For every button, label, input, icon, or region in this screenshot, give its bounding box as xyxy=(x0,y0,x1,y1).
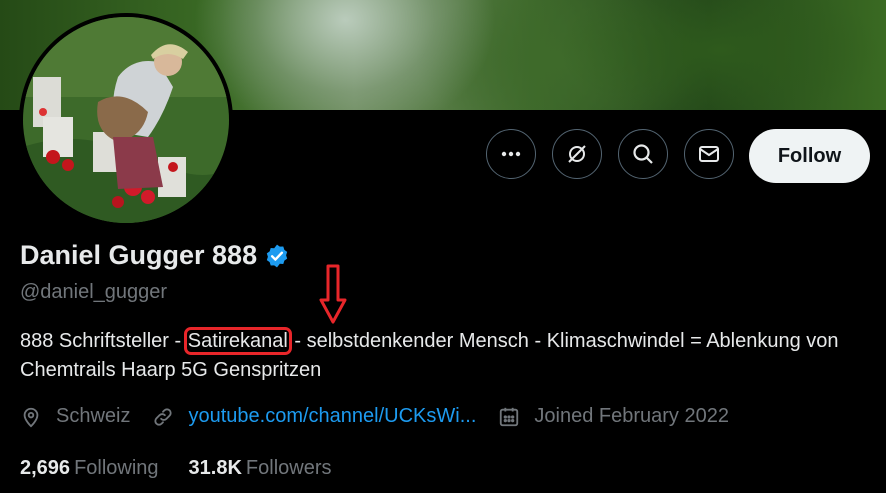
profile-bio: 888 Schriftsteller - Satirekanal - selbs… xyxy=(20,327,880,385)
profile-name: Daniel Gugger 888 xyxy=(20,240,258,270)
annotation-arrow-icon xyxy=(319,264,347,324)
more-icon xyxy=(501,151,521,157)
more-button[interactable] xyxy=(486,129,536,179)
joined-text: Joined February 2022 xyxy=(534,405,729,427)
profile-meta: Schweiz youtube.com/channel/UCKsWi... Jo… xyxy=(20,405,751,428)
follow-button[interactable]: Follow xyxy=(749,129,870,183)
profile-stats: 2,696 Following 31.8K Followers xyxy=(20,457,362,480)
search-button[interactable] xyxy=(618,129,668,179)
avatar[interactable] xyxy=(23,17,229,223)
verified-badge-icon[interactable] xyxy=(264,243,290,269)
profile-name-row: Daniel Gugger 888 xyxy=(20,240,290,271)
grok-button[interactable] xyxy=(552,129,602,179)
calendar-icon xyxy=(500,407,519,426)
following-count: 2,696 xyxy=(20,457,71,479)
website-link[interactable]: youtube.com/channel/UCKsWi... xyxy=(188,405,476,428)
joined-item: Joined February 2022 xyxy=(498,405,729,428)
website-item: youtube.com/channel/UCKsWi... xyxy=(152,405,476,428)
grok-icon xyxy=(568,145,586,163)
following-label: Following xyxy=(74,457,159,479)
message-icon xyxy=(699,146,719,162)
location-item: Schweiz xyxy=(20,405,130,428)
followers-count: 31.8K xyxy=(188,457,242,479)
avatar-container xyxy=(19,13,233,227)
bio-highlighted-word: Satirekanal xyxy=(183,327,292,355)
location-text: Schweiz xyxy=(56,405,131,427)
message-button[interactable] xyxy=(684,129,734,179)
link-icon xyxy=(154,407,173,426)
followers-stat[interactable]: 31.8K Followers xyxy=(189,457,332,480)
following-stat[interactable]: 2,696 Following xyxy=(20,457,159,480)
followers-label: Followers xyxy=(245,457,332,479)
search-icon xyxy=(633,144,653,164)
bio-text-start: 888 Schriftsteller - xyxy=(20,330,187,352)
location-pin-icon xyxy=(23,407,39,427)
profile-handle: @daniel_gugger xyxy=(20,281,168,303)
